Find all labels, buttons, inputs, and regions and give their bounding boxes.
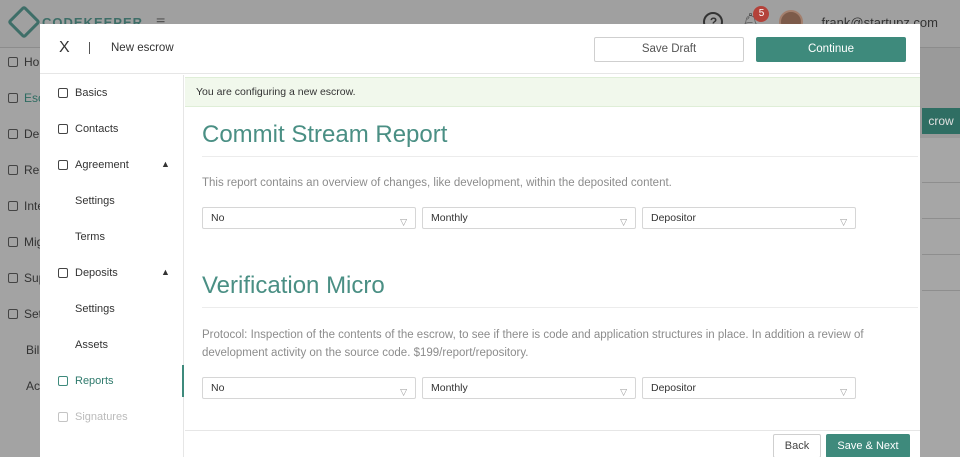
- home-icon: [8, 57, 18, 67]
- nav-label: Basics: [75, 87, 108, 99]
- nav-item-deposit-settings[interactable]: Settings: [40, 291, 184, 327]
- copy-icon: [58, 88, 68, 98]
- frequency-select[interactable]: Monthly ▽: [422, 377, 636, 399]
- signature-icon: [58, 412, 68, 422]
- chevron-down-icon: ▽: [840, 217, 847, 227]
- divider: [202, 156, 918, 157]
- section-description: Protocol: Inspection of the contents of …: [202, 329, 864, 359]
- save-draft-button[interactable]: Save Draft: [594, 37, 744, 62]
- nav-item-assets[interactable]: Assets: [40, 327, 184, 363]
- new-escrow-modal: X New escrow Save Draft Continue Basics …: [40, 24, 920, 457]
- content-area: You are configuring a new escrow. Commit…: [185, 75, 920, 430]
- chevron-down-icon: ▽: [620, 387, 627, 397]
- nav-item-deposits[interactable]: Deposits ▲: [40, 255, 184, 291]
- chart-icon: [8, 165, 18, 175]
- section-title: Verification Micro: [202, 272, 385, 299]
- chevron-down-icon: ▽: [840, 387, 847, 397]
- modal-header: X New escrow Save Draft Continue: [40, 24, 920, 74]
- close-icon[interactable]: X: [59, 39, 73, 57]
- nav-label: Deposits: [75, 267, 118, 279]
- nav-item-contacts[interactable]: Contacts: [40, 111, 184, 147]
- nav-item-signatures: Signatures: [40, 399, 184, 435]
- divider: [922, 218, 960, 219]
- nav-label: Settings: [75, 195, 115, 207]
- nav-label: Settings: [75, 303, 115, 315]
- continue-button[interactable]: Continue: [756, 37, 906, 62]
- contact-card-icon: [58, 124, 68, 134]
- section-description: This report contains an overview of chan…: [202, 177, 672, 189]
- cloud-icon: [8, 129, 18, 139]
- nav-item-reports[interactable]: Reports: [40, 363, 184, 399]
- nav-label: Terms: [75, 231, 105, 243]
- select-value: Monthly: [431, 382, 468, 394]
- chevron-up-icon[interactable]: ▲: [161, 159, 170, 169]
- nav-label: Agreement: [75, 159, 129, 171]
- include-select[interactable]: No ▽: [202, 377, 416, 399]
- select-value: No: [211, 212, 225, 224]
- info-notice: You are configuring a new escrow.: [185, 77, 920, 107]
- select-value: Depositor: [651, 382, 696, 394]
- nav-item-basics[interactable]: Basics: [40, 75, 184, 111]
- chevron-down-icon: ▽: [400, 387, 407, 397]
- wizard-nav: Basics Contacts Agreement ▲ Settings Ter…: [40, 75, 184, 457]
- app-sidebar: [0, 48, 40, 457]
- support-icon: [8, 273, 18, 283]
- select-value: Monthly: [431, 212, 468, 224]
- divider: [922, 254, 960, 255]
- nav-item-agreement[interactable]: Agreement ▲: [40, 147, 184, 183]
- chevron-down-icon: ▽: [620, 217, 627, 227]
- back-button[interactable]: Back: [773, 434, 821, 457]
- modal-footer: Back Save & Next: [185, 430, 920, 457]
- new-escrow-button[interactable]: crow: [922, 108, 960, 134]
- save-next-button[interactable]: Save & Next: [826, 434, 910, 457]
- frequency-select[interactable]: Monthly ▽: [422, 207, 636, 229]
- database-icon: [58, 268, 68, 278]
- nav-item-terms[interactable]: Terms: [40, 219, 184, 255]
- select-value: No: [211, 382, 225, 394]
- nav-label: Reports: [75, 375, 114, 387]
- modal-title: New escrow: [111, 42, 174, 54]
- report-icon: [58, 376, 68, 386]
- nav-label: Contacts: [75, 123, 119, 135]
- notification-badge: 5: [753, 6, 770, 22]
- nav-label: Assets: [75, 339, 109, 351]
- divider: [922, 182, 960, 183]
- gear-icon: [8, 309, 18, 319]
- divider: [922, 290, 960, 291]
- chevron-down-icon: ▽: [400, 217, 407, 227]
- payer-select[interactable]: Depositor ▽: [642, 377, 856, 399]
- escrow-icon: [8, 93, 18, 103]
- nav-item-agreement-settings[interactable]: Settings: [40, 183, 184, 219]
- divider: [89, 42, 90, 54]
- document-icon: [58, 160, 68, 170]
- nav-label: Signatures: [75, 411, 128, 423]
- section-title: Commit Stream Report: [202, 121, 448, 148]
- migration-icon: [8, 237, 18, 247]
- background-panel: [920, 138, 960, 457]
- divider: [202, 307, 918, 308]
- chevron-up-icon[interactable]: ▲: [161, 267, 170, 277]
- include-select[interactable]: No ▽: [202, 207, 416, 229]
- logo-mark-icon: [7, 5, 41, 39]
- select-value: Depositor: [651, 212, 696, 224]
- integration-icon: [8, 201, 18, 211]
- payer-select[interactable]: Depositor ▽: [642, 207, 856, 229]
